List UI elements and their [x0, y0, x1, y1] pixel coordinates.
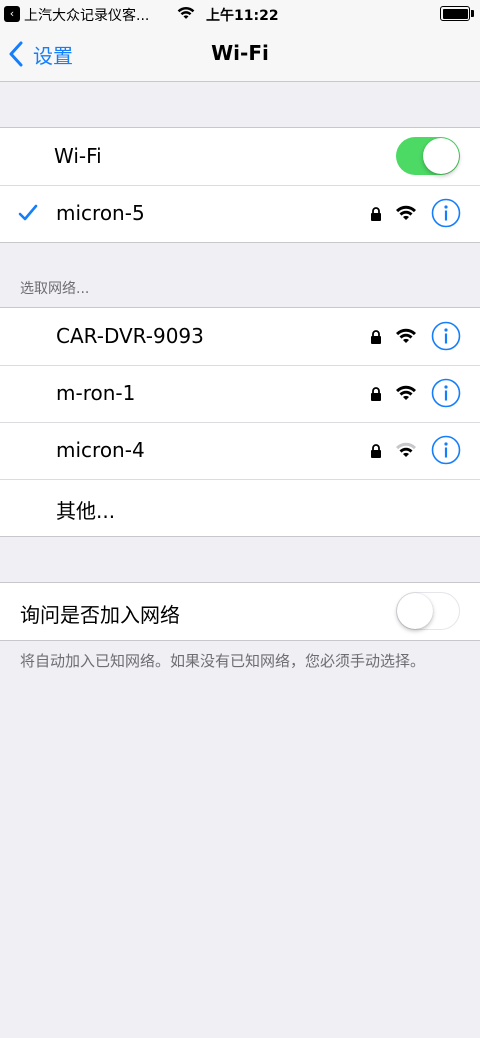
lock-icon [371, 387, 381, 401]
wifi-signal-icon [396, 385, 416, 400]
navigation-bar: 设置 Wi-Fi [0, 28, 480, 82]
connected-network-row[interactable]: micron-5 [0, 185, 480, 242]
wifi-toggle-row: Wi-Fi [0, 128, 480, 185]
wifi-signal-icon [396, 328, 416, 343]
wifi-status-icon [177, 6, 195, 19]
wifi-toggle[interactable] [396, 137, 460, 175]
info-icon[interactable] [431, 435, 461, 465]
ask-join-footer: 将自动加入已知网络。如果没有已知网络，您必须手动选择。 [20, 652, 426, 670]
network-row[interactable]: CAR-DVR-9093 [0, 308, 480, 365]
network-row[interactable]: m-ron-1 [0, 365, 480, 422]
ask-join-label: 询问是否加入网络 [20, 603, 180, 627]
checkmark-icon [18, 204, 38, 221]
info-icon[interactable] [431, 198, 461, 228]
lock-icon [371, 330, 381, 344]
lock-icon [371, 207, 381, 221]
networks-group: CAR-DVR-9093 m-ron-1 micron-4 其他... [0, 307, 480, 537]
other-network-label: 其他... [56, 499, 116, 523]
choose-network-header: 选取网络... [20, 281, 90, 297]
back-to-app-icon[interactable]: ‹ [4, 6, 20, 22]
battery-cap [471, 10, 474, 17]
network-name: micron-4 [56, 438, 145, 462]
wifi-signal-icon [396, 442, 416, 457]
wifi-signal-icon [396, 205, 416, 220]
network-name: m-ron-1 [56, 381, 136, 405]
ask-join-toggle[interactable] [396, 592, 460, 630]
info-icon[interactable] [431, 321, 461, 351]
ask-join-row: 询问是否加入网络 [0, 583, 480, 640]
status-bar: ‹ 上汽大众记录仪客... 上午11:22 [0, 0, 480, 28]
info-icon[interactable] [431, 378, 461, 408]
back-to-app-label[interactable]: 上汽大众记录仪客... [24, 5, 149, 25]
lock-icon [371, 444, 381, 458]
connected-network-name: micron-5 [56, 201, 145, 225]
other-network-row[interactable]: 其他... [0, 479, 480, 536]
toggle-knob [397, 593, 433, 629]
toggle-knob [423, 138, 459, 174]
ask-join-group: 询问是否加入网络 [0, 582, 480, 641]
wifi-toggle-label: Wi-Fi [54, 144, 102, 168]
status-time: 上午11:22 [206, 8, 279, 24]
network-row[interactable]: micron-4 [0, 422, 480, 479]
network-name: CAR-DVR-9093 [56, 324, 204, 348]
battery-icon [440, 6, 470, 21]
page-title: Wi-Fi [211, 41, 269, 65]
wifi-group: Wi-Fi micron-5 [0, 127, 480, 243]
